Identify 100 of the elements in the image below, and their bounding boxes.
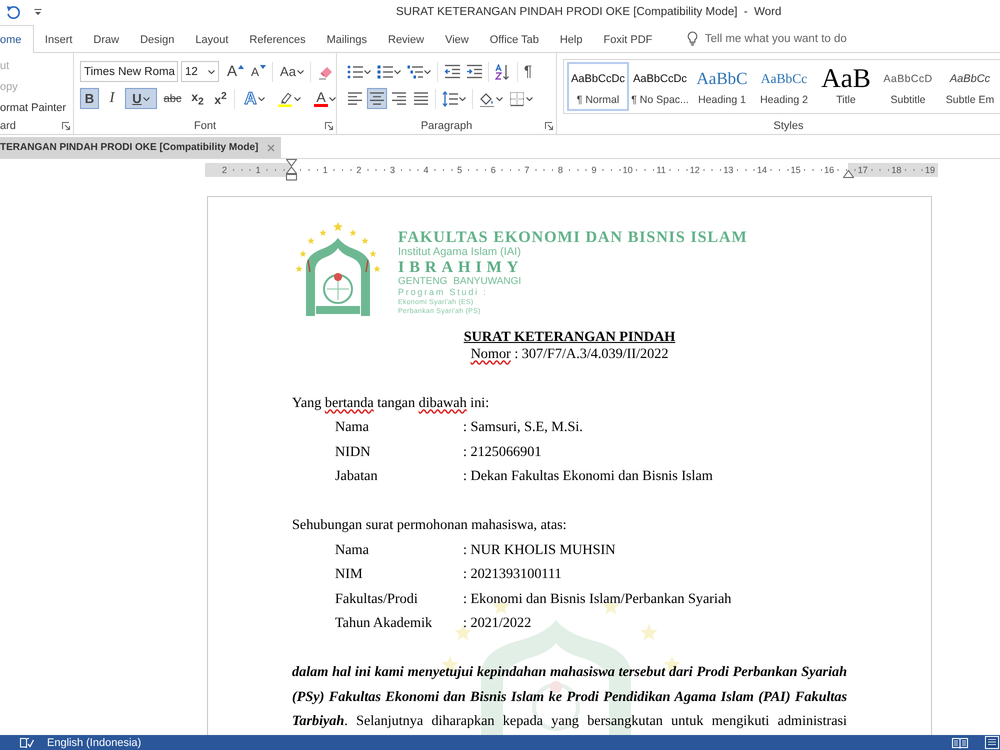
ribbon-tab[interactable]: References	[238, 26, 316, 53]
ribbon-tab[interactable]: ome	[0, 25, 34, 53]
field-value: : Samsuri, S.E, M.Si.	[463, 418, 583, 437]
proofing-icon[interactable]	[20, 736, 34, 748]
ribbon-tab[interactable]: Mailings	[316, 26, 378, 53]
group-label: Paragraph	[420, 120, 472, 132]
style-item[interactable]: AaBbCcD Subtitle	[877, 62, 939, 111]
caret-icon	[329, 96, 336, 100]
ribbon-tab[interactable]: Review	[378, 26, 435, 53]
style-item[interactable]: AaBbCcDc ¶ Normal	[567, 62, 629, 111]
ribbon-tab[interactable]: Help	[549, 26, 593, 53]
undo-icon[interactable]	[6, 4, 21, 20]
ruler-number: 6	[490, 164, 496, 176]
clipboard-button[interactable]: ormat Painter	[0, 98, 66, 118]
align-right-icon	[391, 90, 407, 106]
window-title: SURAT KETERANGAN PINDAH PRODI OKE [Compatibility Mode] - Word	[396, 6, 782, 18]
field-value: : 2125066901	[463, 442, 542, 462]
bold-button[interactable]: B	[80, 88, 99, 109]
highlighter-icon	[277, 90, 293, 106]
superscript-button[interactable]: x$^{2}$	[211, 88, 230, 109]
font-size-field[interactable]: 12	[181, 61, 219, 82]
caret-icon	[496, 96, 503, 100]
align-center-icon	[369, 90, 385, 106]
ribbon-tab[interactable]: Layout	[184, 26, 239, 53]
ribbon-tab[interactable]: Insert	[34, 26, 83, 53]
center-button[interactable]	[367, 88, 387, 109]
dialog-launcher-icon[interactable]	[62, 122, 70, 130]
text-effects-button[interactable]: A	[241, 88, 268, 109]
underline-button[interactable]: U	[125, 88, 157, 109]
indent-marker-icon[interactable]	[286, 159, 298, 181]
institute-title: IBRAHIMY	[398, 259, 524, 276]
field-label: NIM	[335, 565, 364, 584]
up-caret-icon	[238, 65, 244, 69]
language-label[interactable]: English (Indonesia)	[47, 736, 142, 748]
grow-font-button[interactable]: A	[225, 61, 246, 82]
ribbon-tab[interactable]: View	[434, 26, 480, 53]
caret-icon	[294, 96, 301, 100]
ruler-number: 2	[356, 164, 362, 176]
sort-icon	[495, 64, 511, 80]
dialog-launcher-icon[interactable]	[545, 122, 553, 130]
ribbon-tab[interactable]: Foxit PDF	[592, 26, 663, 53]
ruler-number: 17	[858, 164, 868, 176]
field-value: : NUR KHOLIS MUHSIN	[463, 540, 616, 560]
style-item[interactable]: AaBbCc Heading 2	[753, 62, 815, 111]
style-item[interactable]: AaBbC Heading 1	[691, 62, 753, 111]
caret-icon	[364, 70, 371, 74]
align-left-icon	[347, 90, 363, 106]
field-value: : Dekan Fakultas Ekonomi dan Bisnis Islam	[463, 467, 713, 486]
style-item[interactable]: AaB Title	[815, 62, 877, 111]
tell-me-field[interactable]: Tell me what you want to do	[704, 29, 905, 48]
paint-bucket-icon	[479, 90, 495, 106]
shrink-font-button[interactable]: A	[249, 61, 268, 82]
dialog-launcher-icon[interactable]	[325, 122, 333, 130]
font-color-button[interactable]: A	[310, 88, 340, 109]
ruler-number: 9	[592, 164, 597, 176]
change-case-button[interactable]: Aa	[278, 61, 306, 82]
field-label: Jabatan	[335, 467, 379, 486]
ruler-number: 15	[790, 164, 801, 176]
indent-icon	[466, 64, 482, 80]
print-layout-icon[interactable]	[985, 736, 999, 749]
caret-icon	[258, 96, 265, 100]
customize-caret-icon[interactable]	[34, 8, 42, 16]
lightbulb-icon[interactable]	[686, 31, 698, 46]
field-value: : 2021/2022	[463, 614, 532, 633]
field-value: : 2021393100111	[463, 565, 562, 584]
style-item[interactable]: AaBbCc Subtle Em	[939, 62, 1000, 111]
strikethrough-button[interactable]: abc	[161, 88, 184, 109]
field-label: Nama	[335, 418, 370, 437]
ribbon-tab[interactable]: Draw	[82, 26, 130, 53]
ruler-number: 16	[824, 164, 834, 176]
ribbon-tab[interactable]: Office Tab	[479, 26, 550, 53]
read-mode-icon[interactable]	[952, 736, 968, 748]
group-label: ard	[0, 120, 16, 132]
right-indent-marker-icon[interactable]	[843, 170, 854, 178]
subscript-button[interactable]: x$_{2}$	[188, 88, 207, 109]
italic-button[interactable]: I	[103, 88, 121, 109]
down-caret-icon	[260, 65, 266, 69]
ruler-number: 19	[924, 164, 935, 176]
caret-icon	[296, 70, 304, 74]
ruler-number: 18	[891, 164, 902, 176]
ruler-number: 8	[558, 164, 563, 176]
field-label: Nama	[335, 540, 370, 560]
ruler-number: 1	[322, 164, 328, 176]
letter-number: Nomor : 307/F7/A.3/4.039/II/2022	[470, 346, 668, 362]
field-label: Fakultas/Prodi	[335, 590, 419, 608]
ribbon-tab[interactable]: Design	[130, 26, 185, 53]
ruler-number: 5	[457, 164, 462, 176]
justify-icon	[413, 90, 429, 106]
ruler-number: 12	[690, 164, 700, 176]
numbered-list-icon	[377, 64, 393, 80]
caret-icon	[424, 70, 431, 74]
show-marks-button[interactable]: ¶	[522, 61, 534, 82]
font-name-field[interactable]: Times New Roma	[80, 61, 178, 82]
style-item[interactable]: AaBbCcDc ¶ No Spac...	[629, 62, 691, 111]
ruler-number: 3	[390, 164, 395, 176]
caret-icon	[142, 96, 150, 100]
document-tab[interactable]: TERANGAN PINDAH PRODI OKE [Compatibility Mode]	[0, 137, 282, 158]
field-value: : Ekonomi dan Bisnis Islam/Perbankan Syariah	[463, 590, 732, 608]
ruler-number: 10	[622, 164, 633, 176]
body-paragraph: dalam hal ini kami menyetujui kepindahan mahasiswa tersebut dari Prodi Perbankan Syariah (PSy) Fakultas Ekonomi dan Bisnis Islam ke Prodi Pendidikan Agama Islam (PAI) Fakultas Tarbiyah. Selanjutnya diharapkan kepada yang bersangkutan untuk mengikuti administrasi	[292, 663, 847, 731]
